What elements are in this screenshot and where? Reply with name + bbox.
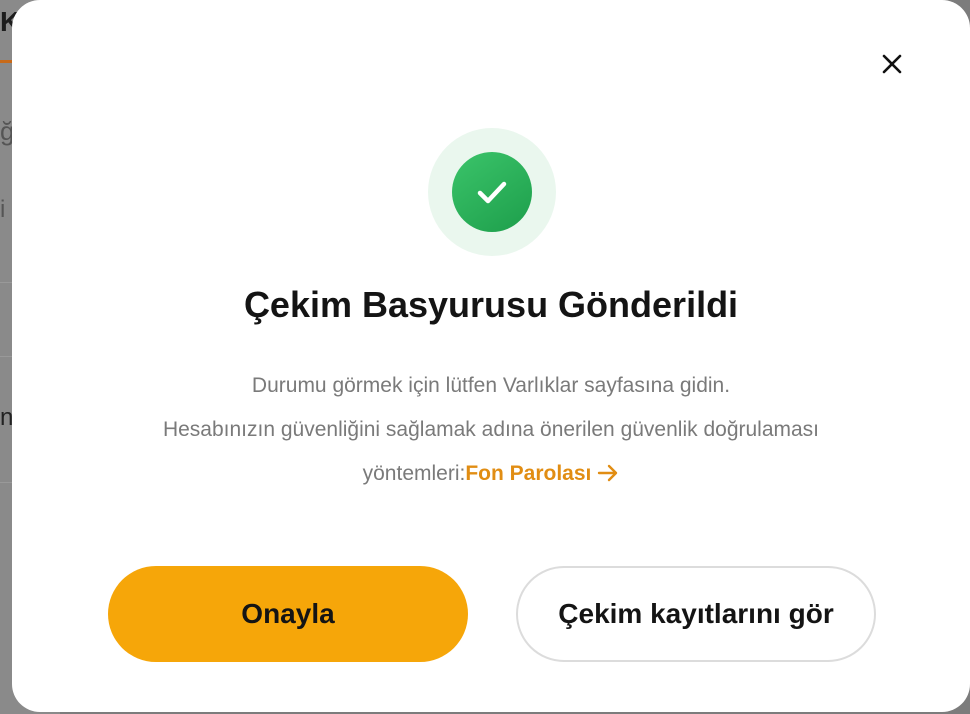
check-circle-icon [452, 152, 532, 232]
success-icon-container [428, 128, 556, 256]
confirm-button[interactable]: Onayla [108, 566, 468, 662]
arrow-right-icon[interactable] [597, 463, 619, 483]
close-button[interactable] [878, 50, 906, 78]
description-line: Hesabınızın güvenliğini sağlamak adına ö… [162, 418, 820, 441]
description-line: yöntemleri:Fon Parolası [72, 452, 910, 496]
fund-password-link-label[interactable]: Fon Parolası [465, 462, 591, 485]
description-line: Durumu görmek için lütfen Varlıklar sayf… [251, 374, 731, 397]
dialog-title: Çekim Basyurusu Gönderildi [243, 284, 739, 325]
dialog-description: Durumu görmek için lütfen Varlıklar sayf… [72, 364, 910, 496]
fund-password-link[interactable]: Fon Parolası [465, 462, 619, 485]
close-icon[interactable] [882, 54, 902, 74]
description-prefix: yöntemleri: [362, 462, 466, 485]
background-text: i [0, 196, 6, 223]
withdrawal-success-dialog: Çekim Basyurusu Gönderildi Durumu görmek… [12, 0, 970, 712]
view-withdrawal-records-button[interactable]: Çekim kayıtlarını gör [516, 566, 876, 662]
